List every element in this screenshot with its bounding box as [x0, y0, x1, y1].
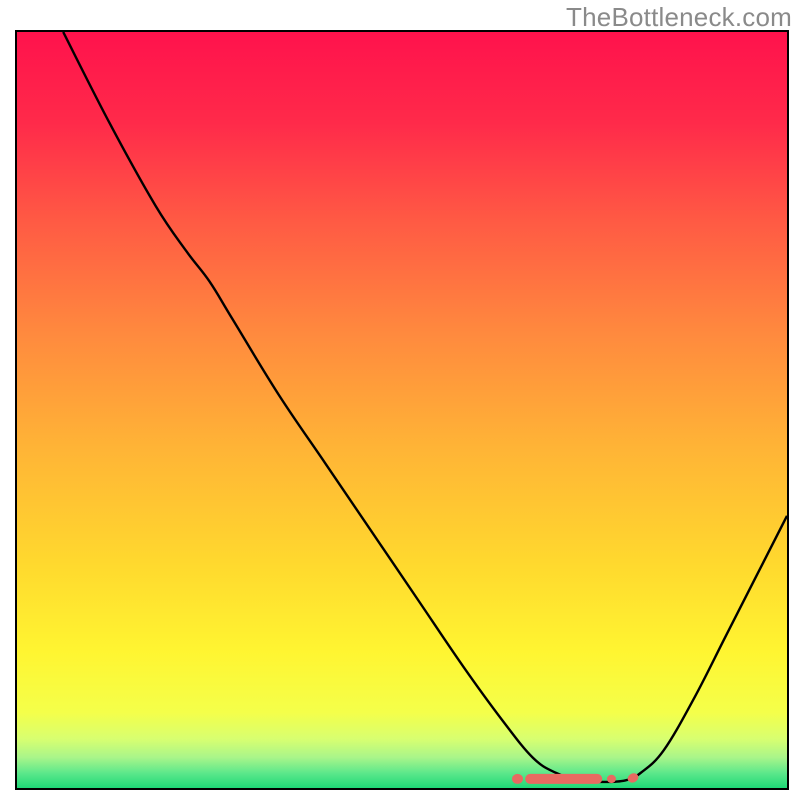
chart-container: TheBottleneck.com: [0, 0, 800, 800]
gradient-background: [17, 32, 787, 788]
chart-svg: [17, 32, 787, 788]
plot-area: [15, 30, 789, 790]
marker-dot-mid: [607, 775, 616, 783]
marker-dot-left: [512, 774, 523, 784]
marker-dash: [525, 774, 602, 784]
watermark-text: TheBottleneck.com: [566, 2, 792, 33]
